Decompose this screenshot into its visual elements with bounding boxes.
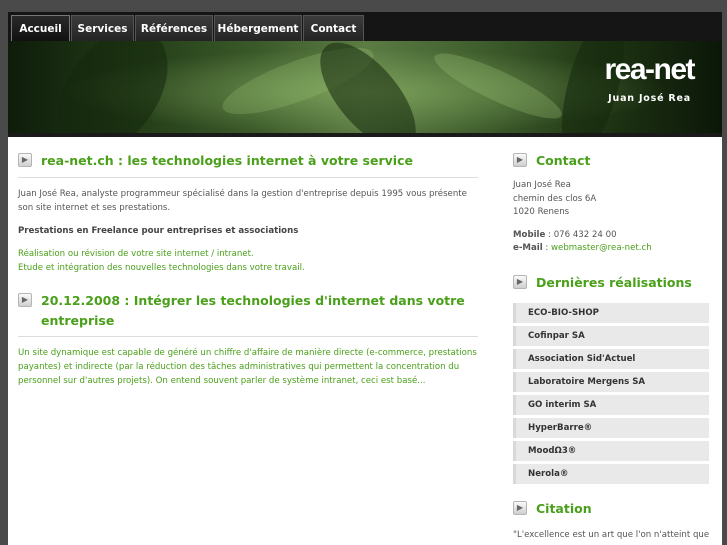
tab-contact[interactable]: Contact (303, 15, 364, 41)
page: Accueil Services Références Hébergement … (8, 12, 722, 545)
owner-name: Juan José Rea (608, 93, 691, 104)
tab-services[interactable]: Services (71, 15, 134, 41)
email-label: e-Mail (513, 243, 543, 253)
contact-street: chemin des clos 6A (513, 193, 597, 204)
contact-heading: ▶ Contact (513, 151, 709, 171)
freelance-line-1: Réalisation ou révision de votre site in… (18, 249, 254, 259)
intro-text: Juan José Rea, analyste programmeur spéc… (18, 189, 467, 213)
realisation-item[interactable]: Laboratoire Mergens SA (513, 371, 709, 392)
header-banner: rea-net Juan José Rea (8, 41, 722, 133)
realisation-item[interactable]: GO interim SA (513, 394, 709, 415)
news-text: Un site dynamique est capable de généré … (18, 348, 477, 386)
chevron-right-icon: ▶ (513, 500, 527, 515)
citation-heading: ▶ Citation (513, 499, 709, 519)
main-content: ▶ rea-net.ch : les technologies internet… (18, 151, 478, 388)
divider (18, 177, 478, 178)
chevron-right-icon: ▶ (513, 274, 527, 289)
realisations-heading: ▶ Dernières réalisations (513, 273, 709, 293)
banner-divider (8, 133, 722, 137)
chevron-right-icon: ▶ (18, 153, 32, 167)
tab-references[interactable]: Références (135, 15, 213, 41)
contact-details: Mobile : 076 432 24 00 e-Mail : webmaste… (513, 229, 709, 256)
realisation-item[interactable]: HyperBarre® (513, 417, 709, 438)
contact-email: e-Mail : webmaster@rea-net.ch (513, 242, 709, 256)
citation-text: "L'excellence est un art que l'on n'atte… (513, 529, 710, 540)
news-title[interactable]: 20.12.2008 : Intégrer les technologies d… (41, 291, 478, 331)
contact-name: Juan José Rea (513, 180, 571, 190)
realisations-title: Dernières réalisations (536, 274, 692, 290)
sidebar: ▶ Contact Juan José Rea chemin des clos … (513, 151, 709, 542)
realisation-item[interactable]: Nerola® (513, 463, 709, 484)
news-heading: ▶ 20.12.2008 : Intégrer les technologies… (18, 291, 478, 331)
mobile-label: Mobile (513, 229, 546, 240)
site-logo[interactable]: rea-net (604, 53, 695, 87)
intro-title: rea-net.ch : les technologies internet à… (41, 153, 413, 168)
realisation-item[interactable]: ECO-BIO-SHOP (513, 302, 709, 323)
top-navigation: Accueil Services Références Hébergement … (8, 12, 722, 41)
chevron-right-icon: ▶ (18, 293, 32, 307)
citation-title: Citation (536, 500, 592, 516)
email-link[interactable]: webmaster@rea-net.ch (551, 243, 652, 253)
chevron-right-icon: ▶ (513, 153, 527, 167)
freelance-line-2: Etude et intégration des nouvelles techn… (18, 263, 305, 273)
tab-accueil[interactable]: Accueil (11, 15, 70, 41)
contact-address: Juan José Rea chemin des clos 6A 1020 Re… (513, 179, 709, 220)
realisations-list: ECO-BIO-SHOP Cofinpar SA Association Sid… (513, 302, 709, 484)
realisation-item[interactable]: MoodΩ3® (513, 440, 709, 461)
divider (18, 336, 478, 337)
tab-hebergement[interactable]: Hébergement (214, 15, 302, 41)
realisation-item[interactable]: Association Sid'Actuel (513, 348, 709, 369)
freelance-heading: Prestations en Freelance pour entreprise… (18, 226, 299, 236)
banner-leaf-decoration (35, 41, 191, 133)
intro-heading: ▶ rea-net.ch : les technologies internet… (18, 151, 478, 171)
email-separator: : (545, 243, 549, 253)
contact-title: Contact (536, 153, 591, 168)
mobile-number: : 076 432 24 00 (548, 229, 617, 240)
realisation-item[interactable]: Cofinpar SA (513, 325, 709, 346)
contact-city: 1020 Renens (513, 207, 570, 217)
banner-leaf-decoration (428, 42, 568, 130)
contact-mobile: Mobile : 076 432 24 00 (513, 229, 709, 243)
